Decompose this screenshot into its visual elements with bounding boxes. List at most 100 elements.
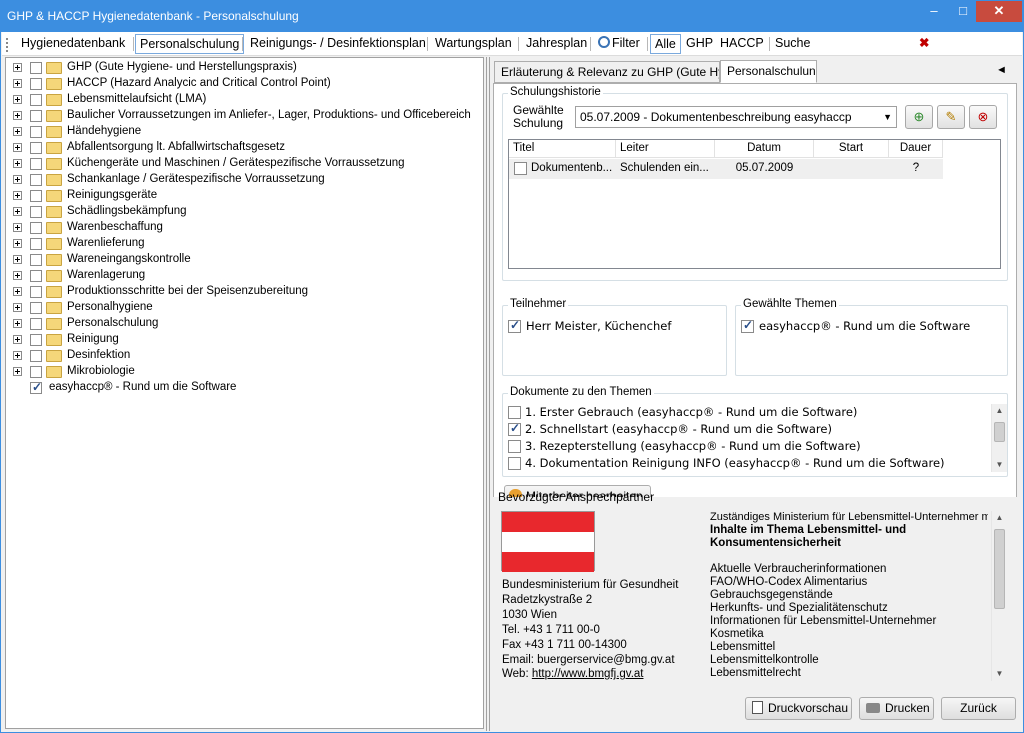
tree-item[interactable]: Reinigungsgeräte [6,188,476,204]
tree-item[interactable]: Schankanlage / Gerätespezifische Vorraus… [6,172,476,188]
document-checkbox[interactable] [508,457,521,470]
column-header[interactable]: Titel [509,140,616,158]
edit-training-icon[interactable]: ✎ [937,105,965,129]
close-window-button[interactable]: ✕ [976,1,1022,22]
tree-checkbox[interactable] [30,334,42,346]
expand-icon[interactable] [13,303,22,312]
document-item[interactable]: 4. Dokumentation Reinigung INFO (easyhac… [503,456,988,472]
tree-checkbox[interactable] [30,190,42,202]
tree-item[interactable]: Produktionsschritte bei der Speisenzuber… [6,284,476,300]
print-button[interactable]: Drucken [859,697,934,720]
expand-icon[interactable] [13,159,22,168]
maximize-button[interactable]: □ [948,1,978,22]
tree-item[interactable]: Warenbeschaffung [6,220,476,236]
expand-icon[interactable] [13,255,22,264]
tree-item[interactable]: Schädlingsbekämpfung [6,204,476,220]
tree-item[interactable]: Lebensmittelaufsicht (LMA) [6,92,476,108]
document-checkbox[interactable] [508,406,521,419]
document-checkbox[interactable] [508,421,521,436]
expand-icon[interactable] [13,271,22,280]
back-button[interactable]: Zurück [941,697,1016,720]
expand-icon[interactable] [13,79,22,88]
close-filter-icon[interactable]: ✖ [915,34,933,54]
tree-checkbox[interactable] [30,62,42,74]
selected-training-select[interactable]: 05.07.2009 - Dokumentenbeschreibung easy… [575,106,897,128]
tree-item[interactable]: Desinfektion [6,348,476,364]
tree-checkbox[interactable] [30,126,42,138]
tree-item[interactable]: Küchengeräte und Maschinen / Gerätespezi… [6,156,476,172]
column-header[interactable]: Datum [715,140,814,158]
tree-checkbox[interactable] [30,302,42,314]
menu-haccp[interactable]: HACCP [716,34,768,54]
tree-checkbox[interactable] [30,366,42,378]
document-checkbox[interactable] [508,440,521,453]
menu-alle[interactable]: Alle [650,34,681,54]
scroll-down-icon[interactable]: ▼ [992,667,1007,681]
tree-checkbox[interactable] [30,110,42,122]
tree-checkbox[interactable] [30,286,42,298]
tree-item[interactable]: Abfallentsorgung lt. Abfallwirtschaftsge… [6,140,476,156]
scroll-thumb[interactable] [994,422,1005,442]
expand-icon[interactable] [13,95,22,104]
column-header[interactable]: Start [814,140,889,158]
expand-icon[interactable] [13,143,22,152]
tree-item[interactable]: Warenlagerung [6,268,476,284]
tree-item[interactable]: Baulicher Vorraussetzungen im Anliefer-,… [6,108,476,124]
tree-checkbox[interactable] [30,158,42,170]
tree-item[interactable]: Warenlieferung [6,236,476,252]
document-item[interactable]: 2. Schnellstart (easyhaccp® - Rund um di… [503,421,988,438]
web-link[interactable]: http://www.bmgfj.gv.at [532,668,644,680]
tree-checkbox[interactable] [30,174,42,186]
tree-item[interactable]: Wareneingangskontrolle [6,252,476,268]
tab-scroll-left-icon[interactable]: ◄ [996,64,1007,76]
minimize-button[interactable]: – [919,1,949,22]
menu-filter[interactable]: Filter [594,34,644,54]
tree-item[interactable]: GHP (Gute Hygiene- und Herstellungspraxi… [6,60,476,76]
expand-icon[interactable] [13,111,22,120]
info-scrollbar[interactable]: ▲ ▼ [991,511,1007,681]
expand-icon[interactable] [13,239,22,248]
tree-checkbox[interactable] [30,350,42,362]
tree-item[interactable]: easyhaccp® - Rund um die Software [6,380,476,396]
splitter[interactable] [486,57,490,731]
expand-icon[interactable] [13,351,22,360]
tree-checkbox[interactable] [30,206,42,218]
menu-suche[interactable]: Suche [771,34,814,54]
tree-item[interactable]: Personalschulung [6,316,476,332]
tree-item[interactable]: Mikrobiologie [6,364,476,380]
document-item[interactable]: 1. Erster Gebrauch (easyhaccp® - Rund um… [503,405,988,421]
document-item[interactable]: 3. Rezepterstellung (easyhaccp® - Rund u… [503,439,988,455]
menu-hygienedatenbank[interactable]: Hygienedatenbank [17,34,129,54]
expand-icon[interactable] [13,367,22,376]
expand-icon[interactable] [13,175,22,184]
column-header[interactable]: Leiter [616,140,715,158]
toolbar-grip[interactable] [6,38,10,52]
tab-personalschulung[interactable]: Personalschulung [720,60,817,83]
scroll-thumb[interactable] [994,529,1005,609]
expand-icon[interactable] [13,319,22,328]
theme-checkbox[interactable] [741,318,754,333]
menu-jahresplan[interactable]: Jahresplan [522,34,591,54]
print-preview-button[interactable]: Druckvorschau [745,697,852,720]
expand-icon[interactable] [13,127,22,136]
tree-item[interactable]: Reinigung [6,332,476,348]
scroll-down-icon[interactable]: ▼ [992,458,1007,472]
tree-checkbox[interactable] [30,270,42,282]
expand-icon[interactable] [13,207,22,216]
scroll-up-icon[interactable]: ▲ [992,511,1007,525]
expand-icon[interactable] [13,335,22,344]
menu-reinigungsplan[interactable]: Reinigungs- / Desinfektionsplan [246,34,430,54]
tree-item[interactable]: Personalhygiene [6,300,476,316]
add-training-icon[interactable]: ⊕ [905,105,933,129]
expand-icon[interactable] [13,63,22,72]
tree-checkbox[interactable] [30,238,42,250]
delete-training-icon[interactable]: ⊗ [969,105,997,129]
tree-item[interactable]: Händehygiene [6,124,476,140]
menu-personalschulung[interactable]: Personalschulung [135,34,245,54]
row-checkbox[interactable] [514,162,527,175]
column-header[interactable]: Dauer [889,140,943,158]
menu-ghp[interactable]: GHP [682,34,717,54]
expand-icon[interactable] [13,223,22,232]
expand-icon[interactable] [13,191,22,200]
documents-scrollbar[interactable]: ▲ ▼ [991,404,1007,472]
